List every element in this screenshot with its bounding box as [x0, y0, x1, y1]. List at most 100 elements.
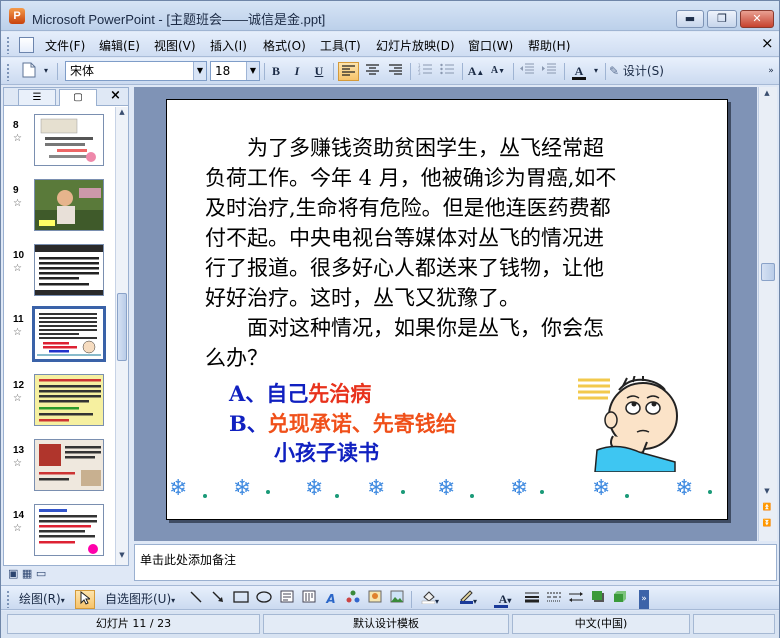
line-color-icon[interactable]: ▾ [453, 590, 483, 609]
menu-window[interactable]: 窗口(W) [468, 37, 513, 54]
tab-slides[interactable]: ▢ [59, 89, 97, 106]
scroll-up-icon[interactable]: ▲ [762, 89, 772, 101]
align-right-icon[interactable] [385, 62, 405, 81]
draw-font-color-icon[interactable]: A▾ [491, 590, 519, 609]
arrow-style-icon[interactable] [567, 590, 585, 609]
slide-thumbnail-8[interactable] [34, 114, 104, 166]
previous-slide-icon[interactable]: ⏫ [762, 503, 772, 515]
shadow-style-icon[interactable] [589, 590, 607, 609]
slide-number: 11 [13, 314, 24, 325]
vertical-text-box-icon[interactable] [300, 590, 318, 609]
slide-thumbnail-14[interactable] [34, 504, 104, 556]
arrow-tool-icon[interactable] [209, 590, 227, 609]
minimize-button[interactable]: ▬ [676, 10, 704, 28]
tab-outline[interactable]: ☰ [18, 89, 56, 106]
font-size-value: 18 [215, 64, 231, 78]
slideshow-view-icon[interactable]: ▭ [36, 567, 46, 580]
increase-indent-icon[interactable] [539, 62, 559, 81]
font-size-combo[interactable]: 18 ▼ [210, 61, 260, 81]
thumbnail-scroll-thumb[interactable] [117, 293, 127, 361]
insert-picture-icon[interactable] [388, 590, 406, 609]
scroll-up-icon[interactable]: ▲ [117, 108, 127, 120]
toolbar-options-icon[interactable]: » [766, 62, 776, 81]
select-objects-icon[interactable] [75, 590, 95, 609]
current-slide[interactable]: 为了多赚钱资助贫困学生，丛飞经常超 负荷工作。今年 4 月，他被确诊为胃癌,如不… [166, 99, 728, 520]
text-line: 及时治疗,生命将有危险。但是他连医药费都 [205, 196, 611, 220]
new-document-icon[interactable] [19, 62, 39, 81]
notes-pane[interactable]: 单击此处添加备注 [134, 544, 777, 581]
close-button[interactable]: ✕ [740, 10, 774, 28]
option-b[interactable]: B、兑现承诺、先寄钱给 [229, 410, 457, 438]
next-slide-icon[interactable]: ⏬ [762, 519, 772, 531]
menu-slideshow[interactable]: 幻灯片放映(D) [376, 37, 455, 54]
fill-color-icon[interactable]: ▾ [415, 590, 445, 609]
restore-button[interactable]: ❐ [707, 10, 737, 28]
menu-file[interactable]: 文件(F) [45, 37, 85, 54]
new-dropdown-icon[interactable]: ▾ [41, 62, 51, 81]
slide-body-paragraph-1[interactable]: 为了多赚钱资助贫困学生，丛飞经常超 负荷工作。今年 4 月，他被确诊为胃癌,如不… [205, 133, 616, 373]
slide-thumbnail-10[interactable] [34, 244, 104, 296]
slide-thumbnail-9[interactable] [34, 179, 104, 231]
clip-art-icon[interactable] [366, 590, 384, 609]
slide-thumbnail-13[interactable] [34, 439, 104, 491]
notes-placeholder[interactable]: 单击此处添加备注 [140, 551, 236, 568]
option-a[interactable]: A、自己先治病 [229, 380, 371, 408]
normal-view-icon[interactable]: ▣ [8, 567, 18, 580]
decrease-font-size-icon[interactable]: A▼ [488, 62, 508, 81]
rectangle-tool-icon[interactable] [231, 590, 251, 609]
design-button[interactable]: ✎ 设计(S) [609, 62, 671, 81]
line-style-icon[interactable] [523, 590, 541, 609]
font-color-icon[interactable]: A [569, 62, 589, 81]
align-left-icon[interactable] [338, 62, 359, 81]
diagram-icon[interactable] [344, 590, 362, 609]
chevron-down-icon[interactable]: ▼ [193, 62, 206, 80]
svg-text:❄: ❄ [437, 476, 455, 501]
document-close-button[interactable]: × [761, 34, 774, 52]
increase-font-size-icon[interactable]: A▲ [466, 62, 486, 81]
slide-number: 10 [13, 250, 25, 261]
wordart-icon[interactable]: A [322, 590, 340, 609]
option-b-continuation[interactable]: 小孩子读书 [274, 439, 379, 467]
line-tool-icon[interactable] [187, 590, 205, 609]
chevron-down-icon[interactable]: ▼ [246, 62, 259, 80]
snowflake-border-decoration: ❄ ❄ ❄ ❄ ❄ ❄ ❄ ❄ [169, 476, 712, 501]
slide-thumbnail-11[interactable] [32, 306, 106, 362]
dash-style-icon[interactable] [545, 590, 563, 609]
pane-close-button[interactable]: × [110, 88, 121, 103]
scroll-down-icon[interactable]: ▼ [762, 487, 772, 499]
status-bar: 幻灯片 11 / 23 默认设计模板 中文(中国) [1, 611, 779, 638]
text-box-icon[interactable] [278, 590, 296, 609]
menu-help[interactable]: 帮助(H) [528, 37, 570, 54]
scroll-down-icon[interactable]: ▼ [117, 551, 127, 563]
italic-button[interactable]: I [288, 62, 306, 81]
slides-icon: ▢ [73, 92, 83, 103]
font-name-combo[interactable]: 宋体 ▼ [65, 61, 207, 81]
slide-scroll-thumb[interactable] [761, 263, 775, 281]
menu-format[interactable]: 格式(O) [263, 37, 306, 54]
bullets-icon[interactable] [437, 62, 457, 81]
toolbar-options-icon[interactable]: » [639, 590, 649, 609]
menu-tools[interactable]: 工具(T) [320, 37, 361, 54]
autoshapes-menu-button[interactable]: 自选图形(U)▾ [105, 590, 183, 609]
slide-thumbnail-12[interactable] [34, 374, 104, 426]
svg-text:❄: ❄ [233, 476, 251, 501]
thumbnail-scrollbar[interactable]: ▲ ▼ [115, 107, 128, 565]
slide-sorter-view-icon[interactable]: ▦ [22, 567, 32, 580]
slide-editing-area[interactable]: 为了多赚钱资助贫困学生，丛飞经常超 负荷工作。今年 4 月，他被确诊为胃癌,如不… [134, 87, 757, 541]
3d-style-icon[interactable] [611, 590, 629, 609]
numbering-icon[interactable]: 123 [415, 62, 435, 81]
bold-button[interactable]: B [267, 62, 285, 81]
menu-view[interactable]: 视图(V) [154, 37, 196, 54]
decrease-indent-icon[interactable] [517, 62, 537, 81]
underline-button[interactable]: U [310, 62, 328, 81]
option-a-prefix: A、自己 [229, 381, 309, 406]
thinking-boy-illustration [578, 376, 678, 472]
oval-tool-icon[interactable] [254, 590, 274, 609]
align-center-icon[interactable] [362, 62, 382, 81]
toolbar-separator [333, 63, 334, 80]
font-color-dropdown-icon[interactable]: ▾ [591, 62, 601, 81]
draw-menu-button[interactable]: 绘图(R)▾ [19, 590, 71, 609]
menu-edit[interactable]: 编辑(E) [99, 37, 140, 54]
menu-insert[interactable]: 插入(I) [210, 37, 247, 54]
slide-vertical-scrollbar[interactable]: ▲ ▼ ⏫ ⏬ [758, 87, 777, 541]
